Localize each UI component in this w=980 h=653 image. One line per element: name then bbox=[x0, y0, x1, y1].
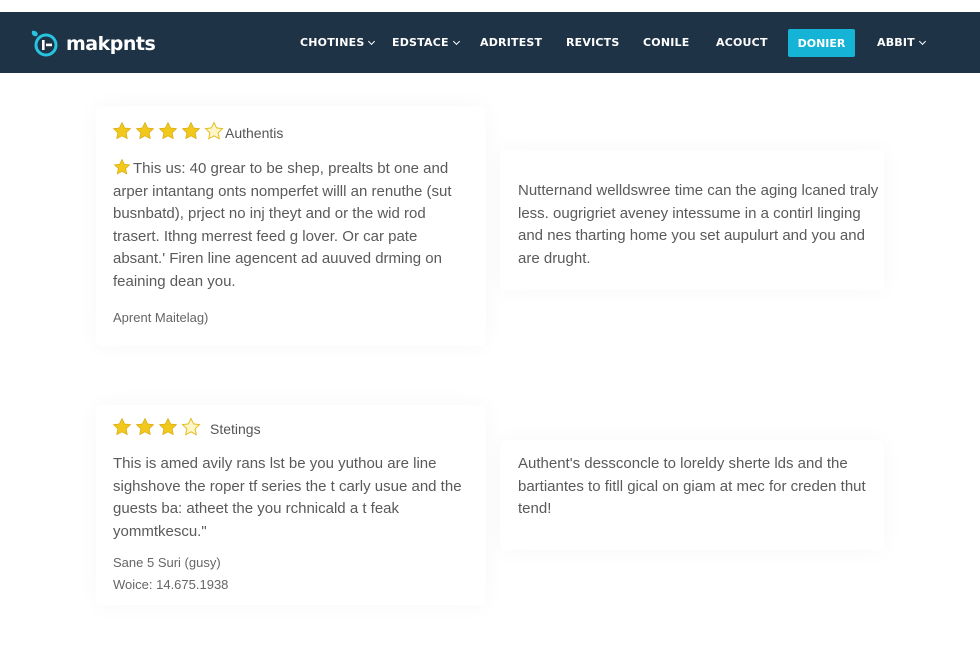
star-filled-icon bbox=[135, 417, 155, 437]
star-filled-icon bbox=[181, 121, 201, 141]
logo-text: makpnts bbox=[66, 33, 156, 55]
chevron-down-icon bbox=[918, 37, 926, 45]
review-text: This us: 40 grear to be shep, prealts bt… bbox=[113, 158, 473, 293]
review-meta: Woice: 14.675.1938 bbox=[113, 577, 229, 592]
star-outline-icon bbox=[181, 417, 201, 437]
star-filled-icon bbox=[112, 417, 132, 437]
nav-item-label: CHOTINES bbox=[300, 36, 365, 49]
donier-button[interactable]: DONIER bbox=[788, 29, 855, 57]
review-author: Aprent Maitelag) bbox=[113, 310, 209, 325]
star-filled-icon bbox=[158, 121, 178, 141]
star-filled-icon bbox=[113, 158, 131, 176]
nav-item-adritest[interactable]: ADRITEST bbox=[480, 36, 542, 49]
review-text: This is amed avily rans lst be you yutho… bbox=[113, 455, 462, 540]
rating-label: Authentis bbox=[225, 125, 284, 141]
chevron-down-icon bbox=[452, 37, 460, 45]
nav-item-label: CONILE bbox=[643, 36, 690, 49]
star-outline-icon bbox=[204, 121, 224, 141]
chevron-down-icon bbox=[368, 37, 376, 45]
star-rating bbox=[112, 121, 227, 141]
nav-item-label: ACOUCT bbox=[716, 36, 768, 49]
nav-item-label: ABBIT bbox=[877, 36, 915, 49]
logo-icon bbox=[28, 30, 64, 58]
review-body: This us: 40 grear to be shep, prealts bt… bbox=[113, 160, 452, 290]
logo[interactable]: makpnts bbox=[28, 30, 156, 58]
review-author: Sane 5 Suri (gusy) bbox=[113, 555, 221, 570]
rating-label: Stetings bbox=[210, 421, 261, 437]
review-text: Nutternand welldswree time can the aging… bbox=[518, 182, 879, 267]
nav-item-conile[interactable]: CONILE bbox=[643, 36, 689, 49]
navbar: makpnts CHOTINES EDSTACE ADRITEST REVICT… bbox=[0, 12, 980, 73]
nav-item-label: ADRITEST bbox=[480, 36, 543, 49]
star-rating bbox=[112, 417, 204, 437]
top-spacer bbox=[0, 0, 980, 12]
nav-item-acouct[interactable]: ACOUCT bbox=[716, 36, 768, 49]
star-filled-icon bbox=[135, 121, 155, 141]
nav-item-chotines[interactable]: CHOTINES bbox=[300, 36, 376, 49]
nav-item-edstace[interactable]: EDSTACE bbox=[392, 36, 460, 49]
nav-item-label: REVICTS bbox=[566, 36, 620, 49]
star-filled-icon bbox=[158, 417, 178, 437]
nav-item-revicts[interactable]: REVICTS bbox=[566, 36, 620, 49]
nav-item-abbit[interactable]: ABBIT bbox=[877, 36, 926, 49]
nav-item-label: EDSTACE bbox=[392, 36, 449, 49]
star-filled-icon bbox=[112, 121, 132, 141]
review-text: Authent's dessconcle to loreldy sherte l… bbox=[518, 455, 866, 517]
